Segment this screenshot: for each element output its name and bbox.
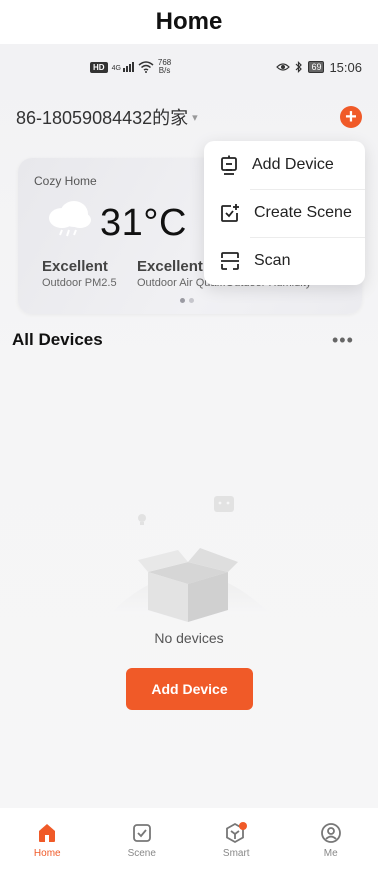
menu-item-add-device[interactable]: Add Device xyxy=(204,141,365,189)
caret-down-icon: ▾ xyxy=(192,111,198,124)
rain-cloud-icon xyxy=(49,201,91,237)
status-right: 69 15:06 xyxy=(276,60,362,75)
weather-location: Cozy Home xyxy=(34,174,97,188)
temperature: 31°C xyxy=(100,202,187,244)
battery-icon: 69 xyxy=(308,61,325,73)
page-indicator xyxy=(180,298,194,303)
plus-icon: + xyxy=(345,106,357,128)
metric-value: Excellent xyxy=(42,258,108,275)
menu-item-label: Create Scene xyxy=(254,204,352,221)
menu-item-label: Scan xyxy=(254,252,291,269)
net-rate-unit: B/s xyxy=(158,66,171,75)
menu-item-label: Add Device xyxy=(252,156,334,173)
metric-pm25: Excellent Outdoor PM2.5 xyxy=(42,258,117,289)
scan-icon xyxy=(221,252,239,270)
page-dot xyxy=(180,298,185,303)
scene-icon xyxy=(132,823,151,842)
tab-label: Smart xyxy=(222,847,250,859)
add-button[interactable]: + xyxy=(340,106,362,128)
menu-item-create-scene[interactable]: Create Scene xyxy=(204,189,365,237)
add-menu-dropdown: Add Device Create Scene Scan xyxy=(204,141,365,285)
status-left: HD 4G 768 B/s xyxy=(90,59,171,75)
app-screen: HD 4G 768 B/s 69 15:06 86-18059084432的家 … xyxy=(0,44,378,872)
metric-label: Outdoor PM2.5 xyxy=(42,277,117,289)
menu-item-scan[interactable]: Scan xyxy=(204,237,365,285)
home-name-label: 86-18059084432的家 xyxy=(16,108,189,128)
me-icon xyxy=(320,822,341,843)
home-selector[interactable]: 86-18059084432的家 ▾ xyxy=(16,104,198,130)
empty-box-illustration xyxy=(110,496,270,622)
wifi-icon xyxy=(138,61,154,73)
tab-label: Scene xyxy=(127,847,156,859)
tab-label: Me xyxy=(323,847,338,859)
home-header: 86-18059084432的家 ▾ + xyxy=(16,102,362,132)
tab-home[interactable]: Home xyxy=(12,822,82,859)
hd-badge: HD xyxy=(90,61,108,73)
empty-state-text: No devices xyxy=(154,630,224,646)
tab-me[interactable]: Me xyxy=(296,822,366,859)
screenshot-caption: Home xyxy=(0,0,378,44)
clock: 15:06 xyxy=(329,59,362,75)
section-title-all-devices: All Devices xyxy=(12,330,103,349)
create-scene-icon xyxy=(221,204,239,222)
tab-scene[interactable]: Scene xyxy=(107,822,177,859)
bluetooth-icon xyxy=(296,61,303,73)
signal-icon: 4G xyxy=(112,62,134,72)
smart-icon xyxy=(226,821,248,843)
page-dot xyxy=(189,298,194,303)
bottom-tab-bar: Home Scene Smart Me xyxy=(0,808,378,872)
home-icon xyxy=(39,823,56,842)
tab-label: Home xyxy=(33,847,61,859)
add-device-button[interactable]: Add Device xyxy=(126,668,253,710)
tab-smart[interactable]: Smart xyxy=(201,821,271,859)
add-device-icon xyxy=(221,155,237,175)
status-bar: HD 4G 768 B/s 69 15:06 xyxy=(0,44,378,90)
more-options-icon[interactable]: ••• xyxy=(332,330,354,351)
signal-type-label: 4G xyxy=(111,65,121,72)
eye-icon xyxy=(276,63,291,71)
network-rate: 768 B/s xyxy=(158,59,171,75)
